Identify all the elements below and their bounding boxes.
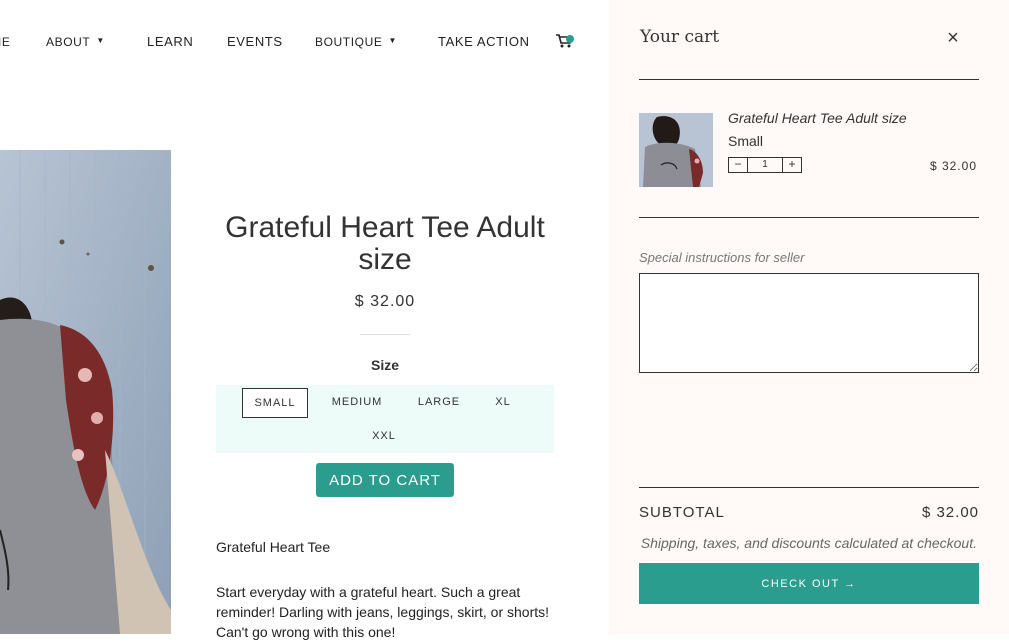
product-title: Grateful Heart Tee Adult size bbox=[225, 211, 545, 276]
cart-item-price: $ 32.00 bbox=[929, 159, 977, 173]
description-title: Grateful Heart Tee bbox=[216, 539, 331, 555]
size-label: Size bbox=[370, 357, 399, 373]
divider bbox=[639, 217, 979, 218]
close-icon[interactable]: × bbox=[943, 28, 963, 49]
nav-home[interactable]: IE bbox=[0, 35, 11, 49]
shipping-note: Shipping, taxes, and discounts calculate… bbox=[640, 535, 977, 551]
divider bbox=[639, 79, 979, 80]
subtotal-value: $ 32.00 bbox=[921, 504, 979, 521]
divider bbox=[360, 334, 410, 335]
cart-item-name[interactable]: Grateful Heart Tee Adult size bbox=[728, 110, 907, 126]
size-option-medium[interactable]: MEDIUM bbox=[324, 388, 390, 416]
quantity-stepper: − 1 + bbox=[728, 157, 802, 173]
chevron-down-icon: ▼ bbox=[388, 36, 398, 45]
size-option-large[interactable]: LARGE bbox=[408, 388, 470, 416]
cart-drawer: Your cart × Grateful Heart Tee Adult siz… bbox=[609, 0, 1009, 634]
size-option-small[interactable]: SMALL bbox=[242, 388, 308, 418]
notes-label: Special instructions for seller bbox=[639, 250, 805, 265]
checkout-button[interactable]: CHECK OUT → bbox=[639, 563, 979, 604]
special-instructions-input[interactable] bbox=[639, 273, 979, 373]
nav-learn[interactable]: LEARN bbox=[147, 34, 193, 49]
cart-item-image[interactable] bbox=[639, 113, 713, 187]
product-image[interactable] bbox=[0, 150, 171, 634]
add-to-cart-button[interactable]: ADD TO CART bbox=[316, 463, 454, 497]
main-nav: IE ABOUT ▼ LEARN EVENTS BOUTIQUE ▼ TAKE AC… bbox=[0, 0, 609, 80]
cart-item-photo bbox=[639, 113, 713, 187]
size-option-xl[interactable]: XL bbox=[486, 388, 520, 416]
nav-about-label: ABOUT bbox=[46, 35, 91, 49]
cart-item-variant: Small bbox=[728, 133, 764, 149]
cart-count-badge bbox=[566, 35, 574, 43]
chevron-down-icon: ▼ bbox=[96, 36, 105, 45]
nav-take-action[interactable]: TAKE ACTION bbox=[438, 34, 530, 49]
subtotal-label: SUBTOTAL bbox=[639, 504, 725, 521]
nav-boutique[interactable]: BOUTIQUE ▼ bbox=[315, 35, 397, 49]
cart-title: Your cart bbox=[640, 27, 720, 47]
description-body: Start everyday with a grateful heart. Su… bbox=[216, 584, 550, 640]
nav-events[interactable]: EVENTS bbox=[227, 34, 283, 49]
size-option-xxl[interactable]: XXL bbox=[364, 422, 404, 450]
nav-about[interactable]: ABOUT ▼ bbox=[46, 35, 105, 49]
quantity-decrease-button[interactable]: − bbox=[729, 158, 748, 172]
size-selector: SMALL MEDIUM LARGE XL XXL bbox=[216, 385, 554, 453]
quantity-input[interactable]: 1 bbox=[748, 158, 782, 172]
nav-boutique-label: BOUTIQUE bbox=[315, 35, 383, 49]
quantity-increase-button[interactable]: + bbox=[782, 158, 801, 172]
product-photo bbox=[0, 150, 171, 634]
divider bbox=[639, 487, 979, 488]
product-price: $ 32.00 bbox=[354, 293, 416, 310]
